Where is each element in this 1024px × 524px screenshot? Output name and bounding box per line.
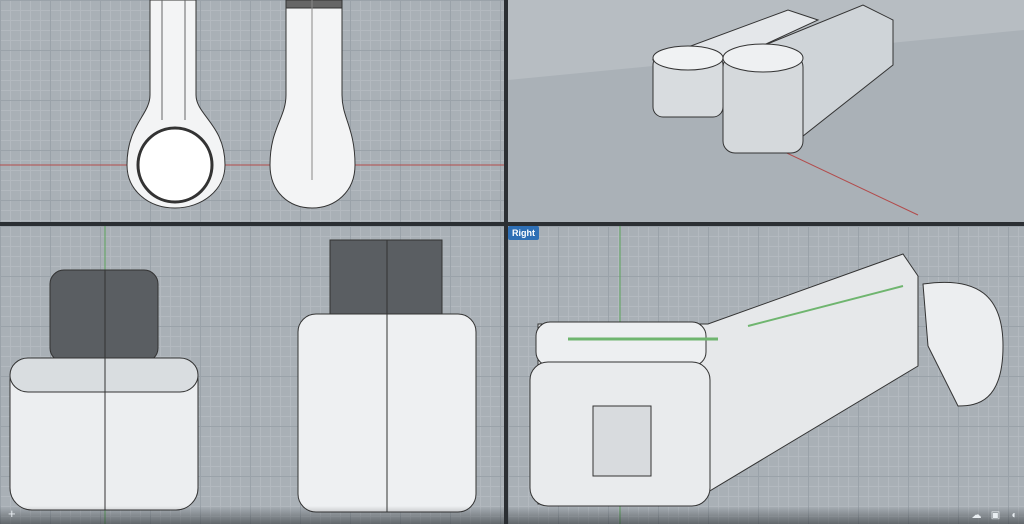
panel-layout-icon[interactable]: ▣ (990, 510, 1001, 521)
front-view-canvas (9, 226, 477, 524)
right-view-model-shape (529, 253, 1004, 507)
right-view-canvas (529, 226, 1004, 524)
viewport-perspective[interactable] (508, 0, 1024, 222)
top-right-spoon-shape (269, 0, 356, 209)
viewport-top[interactable] (0, 0, 504, 222)
top-left-spoon-shape (126, 0, 226, 209)
top-view-canvas (0, 0, 504, 209)
viewport-front[interactable] (0, 226, 504, 524)
front-left-bottle-shape (9, 269, 199, 511)
front-right-bottle-shape (297, 239, 477, 513)
status-icons: ☁ ▣ ◐ (971, 510, 1020, 521)
display-mode-icon[interactable]: ◐ (1009, 510, 1020, 521)
add-viewport-plus[interactable]: + (8, 506, 16, 521)
viewport-right[interactable] (508, 226, 1024, 524)
perspective-canvas (508, 4, 1024, 222)
status-bar: + ☁ ▣ ◐ (0, 506, 1024, 524)
cloud-upload-icon[interactable]: ☁ (971, 510, 982, 521)
viewport-label-right[interactable]: Right (508, 226, 539, 240)
